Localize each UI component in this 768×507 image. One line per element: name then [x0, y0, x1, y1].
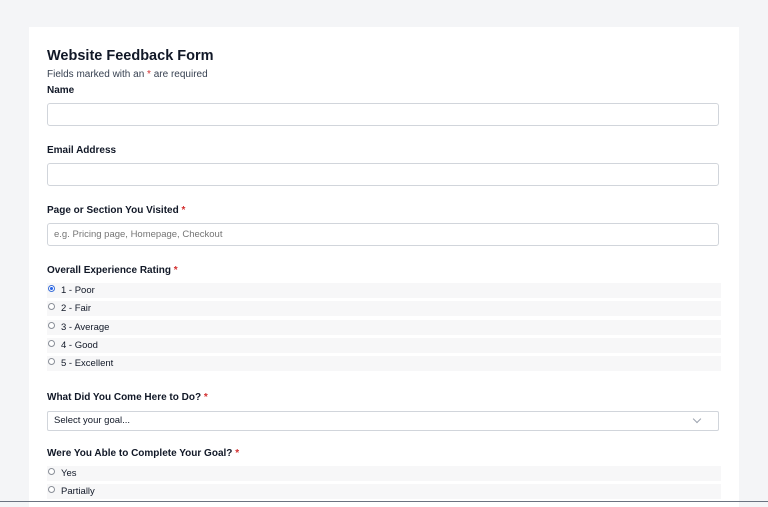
completed-option-label: Yes [61, 468, 77, 479]
subtitle-suffix: are required [150, 69, 208, 80]
form-subtitle: Fields marked with an * are required [47, 69, 208, 80]
rating-option-label: 2 - Fair [61, 303, 92, 315]
completed-radio-group: Yes Partially [47, 466, 721, 503]
goal-label-text: What Did You Come Here to Do? [47, 392, 202, 403]
completed-option-yes[interactable]: Yes [47, 466, 721, 481]
rating-required-asterisk: * [173, 265, 178, 276]
rating-option-label: 5 - Excellent [61, 358, 114, 370]
subtitle-prefix: Fields marked with an [47, 69, 148, 80]
page-input[interactable] [47, 223, 719, 246]
radio-button[interactable] [48, 303, 55, 311]
completed-option-partially[interactable]: Partially [47, 484, 721, 500]
goal-select-value: Select your goal... [54, 415, 131, 426]
rating-radio-group: 1 - Poor 2 - Fair 3 - Average 4 - Good 5… [47, 283, 721, 374]
rating-option-2[interactable]: 2 - Fair [47, 301, 721, 317]
radio-button[interactable] [48, 321, 55, 329]
rating-option-label: 1 - Poor [61, 285, 95, 296]
page-label-text: Page or Section You Visited [47, 205, 179, 216]
completed-label-text: Were You Able to Complete Your Goal? [47, 448, 233, 459]
rating-option-3[interactable]: 3 - Average [47, 319, 721, 335]
rating-option-label: 4 - Good [61, 339, 98, 351]
email-input[interactable] [47, 163, 719, 186]
completed-label: Were You Able to Complete Your Goal? * [47, 448, 239, 459]
page-required-asterisk: * [181, 205, 186, 216]
page-label: Page or Section You Visited * [47, 205, 185, 216]
name-label: Name [47, 85, 75, 96]
feedback-form-card: Website Feedback Form Fields marked with… [29, 27, 739, 507]
goal-required-asterisk: * [203, 392, 208, 403]
rating-label-text: Overall Experience Rating [47, 265, 171, 276]
radio-button[interactable] [48, 285, 55, 292]
radio-button[interactable] [48, 468, 55, 475]
chevron-down-icon [692, 414, 702, 424]
goal-label: What Did You Come Here to Do? * [47, 392, 208, 403]
form-title: Website Feedback Form [47, 48, 214, 64]
rating-option-1[interactable]: 1 - Poor [47, 283, 721, 298]
goal-select[interactable]: Select your goal... [47, 411, 719, 431]
rating-option-4[interactable]: 4 - Good [47, 337, 721, 353]
rating-option-label: 3 - Average [61, 321, 110, 333]
completed-required-asterisk: * [235, 448, 240, 459]
radio-button[interactable] [48, 358, 55, 366]
name-input[interactable] [47, 103, 719, 126]
completed-option-label: Partially [61, 486, 95, 498]
rating-label: Overall Experience Rating * [47, 265, 178, 276]
radio-button[interactable] [48, 339, 55, 347]
radio-button[interactable] [48, 486, 55, 494]
rating-option-5[interactable]: 5 - Excellent [47, 356, 721, 372]
email-label: Email Address [47, 145, 117, 156]
